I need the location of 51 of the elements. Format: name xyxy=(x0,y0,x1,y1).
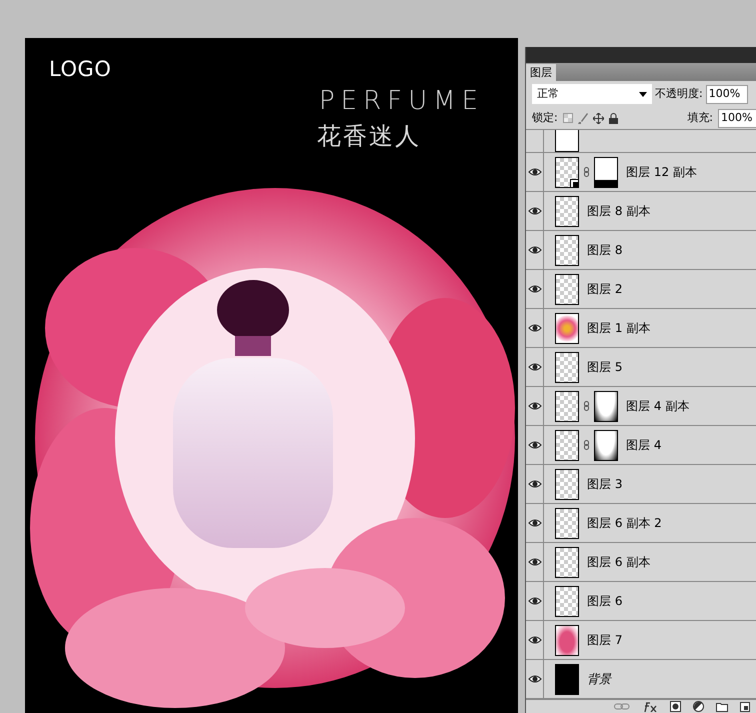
eye-icon[interactable] xyxy=(528,206,542,216)
eye-icon[interactable] xyxy=(528,362,542,372)
eye-icon[interactable] xyxy=(528,323,542,333)
layer-name[interactable]: 图层 5 xyxy=(587,358,622,376)
layer-name[interactable]: 图层 8 副本 xyxy=(587,202,650,220)
layer-name[interactable]: 图层 4 副本 xyxy=(626,397,690,415)
layer-name[interactable]: 图层 6 副本 2 xyxy=(587,514,662,532)
new-layer-icon[interactable] xyxy=(740,702,750,712)
eye-icon[interactable] xyxy=(528,635,542,645)
layer-name[interactable]: 图层 7 xyxy=(587,631,622,649)
chain-link-icon[interactable] xyxy=(584,167,589,177)
layer-name[interactable]: 背景 xyxy=(587,670,611,688)
fill-label: 填充: xyxy=(687,110,713,126)
opacity-label: 不透明度: xyxy=(655,86,703,102)
adjustment-icon[interactable] xyxy=(693,701,704,712)
eye-icon[interactable] xyxy=(528,557,542,567)
layer-name[interactable]: 图层 8 xyxy=(587,241,622,259)
chain-link-icon[interactable] xyxy=(584,440,589,450)
lock-icon[interactable] xyxy=(608,112,618,124)
layer-name[interactable]: 图层 6 xyxy=(587,592,622,610)
layer-name[interactable]: 图层 3 xyxy=(587,475,622,493)
layer-name[interactable]: 图层 1 副本 xyxy=(587,319,650,337)
layer-name[interactable]: 图层 2 xyxy=(587,280,622,298)
folder-icon[interactable] xyxy=(716,702,728,712)
eye-icon[interactable] xyxy=(528,245,542,255)
eye-icon[interactable] xyxy=(528,284,542,294)
lock-label: 锁定: xyxy=(532,110,558,126)
eye-icon[interactable] xyxy=(528,674,542,684)
blend-mode-value: 正常 xyxy=(537,86,559,102)
tagline-text: 花香迷人 xyxy=(317,121,421,152)
chain-link-icon[interactable] xyxy=(584,401,589,411)
opacity-field[interactable]: 100% xyxy=(706,84,748,104)
fill-field[interactable]: 100% xyxy=(718,108,756,128)
eye-icon[interactable] xyxy=(528,518,542,528)
eye-icon[interactable] xyxy=(528,596,542,606)
blend-mode-dropdown[interactable]: 正常 xyxy=(532,84,652,104)
dropdown-arrow-icon xyxy=(639,92,647,96)
eye-icon[interactable] xyxy=(528,167,542,177)
layer-name[interactable]: 图层 12 副本 xyxy=(626,163,697,181)
eye-icon[interactable] xyxy=(528,440,542,450)
eye-icon[interactable] xyxy=(528,479,542,489)
layer-name[interactable]: 图层 6 副本 xyxy=(587,553,650,571)
layers-tab[interactable]: 图层 xyxy=(526,64,556,81)
layer-name[interactable]: 图层 4 xyxy=(626,436,662,454)
mask-icon[interactable] xyxy=(670,701,681,712)
move-icon[interactable] xyxy=(592,112,604,124)
eye-icon[interactable] xyxy=(528,401,542,411)
headline-text: PERFUME xyxy=(319,85,484,118)
fx-icon[interactable] xyxy=(642,702,658,712)
brush-icon[interactable] xyxy=(578,112,588,124)
logo-text: LOGO xyxy=(49,56,112,83)
